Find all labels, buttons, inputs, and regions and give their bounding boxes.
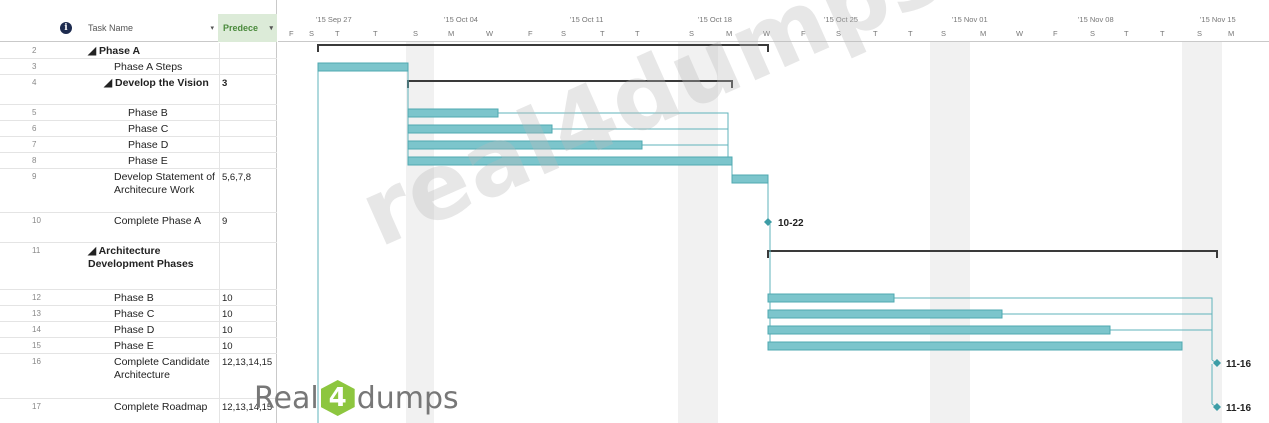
task-predecessors[interactable]: [219, 59, 275, 74]
table-row[interactable]: 4 ◢ Develop the Vision 3: [0, 75, 277, 105]
task-name[interactable]: Phase B: [114, 290, 218, 305]
task-predecessors[interactable]: [219, 121, 275, 136]
task-name[interactable]: Phase C: [128, 121, 216, 136]
table-row[interactable]: 16 Complete Candidate Architecture 12,13…: [0, 354, 277, 399]
watermark-logo-right: dumps: [356, 380, 459, 416]
task-name[interactable]: Phase D: [128, 137, 216, 152]
task-name-header-label: Task Name: [88, 23, 134, 33]
watermark-logo-left: Real: [254, 380, 319, 416]
task-name[interactable]: ◢ Develop the Vision: [104, 75, 216, 90]
watermark-logo-hex: 4: [320, 380, 355, 416]
table-row[interactable]: 14 Phase D 10: [0, 322, 277, 338]
watermark-logo: Real 4 dumps: [254, 380, 459, 416]
task-name[interactable]: Phase B: [128, 105, 216, 120]
row-number: 13: [32, 309, 41, 318]
row-number: 11: [32, 246, 41, 255]
task-predecessors[interactable]: 10: [219, 306, 275, 321]
task-predecessors[interactable]: [219, 243, 275, 289]
task-name-header[interactable]: Task Name ▾: [88, 14, 218, 42]
task-name[interactable]: ◢ Phase A: [88, 43, 216, 58]
task-predecessors[interactable]: [219, 137, 275, 152]
task-name[interactable]: Complete Roadmap: [114, 399, 218, 414]
task-name[interactable]: Complete Candidate Architecture: [114, 354, 218, 382]
dependency-link: [1211, 359, 1219, 409]
table-row[interactable]: 12 Phase B 10: [0, 290, 277, 306]
row-number: 6: [32, 124, 37, 133]
row-number: 4: [32, 78, 37, 87]
row-number-header: [0, 14, 50, 42]
task-predecessors[interactable]: 5,6,7,8: [219, 169, 275, 212]
task-name[interactable]: Develop Statement of Architecure Work: [114, 169, 218, 197]
chevron-down-icon[interactable]: ▾: [210, 24, 214, 32]
milestone-complete-phase-a[interactable]: [764, 218, 772, 226]
task-bar-arch-phase-d[interactable]: [767, 325, 1111, 335]
table-row[interactable]: 8 Phase E: [0, 153, 277, 169]
task-bar-phase-a-steps[interactable]: [317, 62, 409, 72]
row-number: 17: [32, 402, 41, 411]
table-row[interactable]: 17 Complete Roadmap 12,13,14,15: [0, 399, 277, 423]
table-row[interactable]: 2 ◢ Phase A: [0, 43, 277, 59]
milestone-complete-candidate-architecture[interactable]: [1213, 359, 1221, 367]
task-predecessors[interactable]: 10: [219, 290, 275, 305]
task-name[interactable]: Phase C: [114, 306, 218, 321]
task-bar-arch-phase-b[interactable]: [767, 293, 895, 303]
predecessors-header-label: Predece: [223, 23, 259, 33]
task-predecessors[interactable]: 9: [219, 213, 275, 242]
table-row[interactable]: 10 Complete Phase A 9: [0, 213, 277, 243]
task-predecessors[interactable]: [219, 43, 275, 58]
row-number: 2: [32, 46, 37, 55]
row-number: 16: [32, 357, 41, 366]
milestone-complete-roadmap[interactable]: [1213, 403, 1221, 411]
task-name[interactable]: Phase E: [128, 153, 216, 168]
task-predecessors[interactable]: [219, 105, 275, 120]
indicators-header[interactable]: i: [50, 14, 82, 42]
task-name[interactable]: ◢ Architecture Development Phases: [88, 243, 216, 271]
table-row[interactable]: 5 Phase B: [0, 105, 277, 121]
task-bar-statement-of-work[interactable]: [731, 174, 769, 184]
task-predecessors[interactable]: 10: [219, 322, 275, 337]
task-name[interactable]: Complete Phase A: [114, 213, 218, 228]
task-bar-arch-phase-e[interactable]: [767, 341, 1183, 351]
task-bar-arch-phase-c[interactable]: [767, 309, 1003, 319]
summary-bar-architecture-development[interactable]: [767, 250, 1218, 258]
task-grid: i Task Name ▾ Predece ▾ 2 ◢ Phase A 3 Ph…: [0, 0, 277, 423]
table-row[interactable]: 9 Develop Statement of Architecure Work …: [0, 169, 277, 213]
row-number: 7: [32, 140, 37, 149]
row-number: 3: [32, 62, 37, 71]
chevron-down-icon[interactable]: ▾: [269, 24, 273, 32]
task-name[interactable]: Phase A Steps: [114, 59, 218, 74]
row-number: 10: [32, 216, 41, 225]
row-number: 15: [32, 341, 41, 350]
task-predecessors[interactable]: 10: [219, 338, 275, 353]
grid-header: i Task Name ▾ Predece ▾: [0, 14, 277, 42]
row-number: 5: [32, 108, 37, 117]
row-number: 8: [32, 156, 37, 165]
task-predecessors[interactable]: [219, 153, 275, 168]
table-row[interactable]: 3 Phase A Steps: [0, 59, 277, 75]
row-number: 14: [32, 325, 41, 334]
task-name[interactable]: Phase D: [114, 322, 218, 337]
table-row[interactable]: 15 Phase E 10: [0, 338, 277, 354]
table-row[interactable]: 6 Phase C: [0, 121, 277, 137]
table-row[interactable]: 13 Phase C 10: [0, 306, 277, 322]
table-row[interactable]: 11 ◢ Architecture Development Phases: [0, 243, 277, 290]
task-predecessors[interactable]: 3: [219, 75, 275, 104]
predecessors-header[interactable]: Predece ▾: [218, 14, 277, 42]
milestone-label: 10-22: [778, 218, 804, 229]
milestone-label: 11-16: [1226, 359, 1251, 370]
row-number: 12: [32, 293, 41, 302]
info-icon: i: [60, 22, 72, 34]
task-name[interactable]: Phase E: [114, 338, 218, 353]
milestone-label: 11-16: [1226, 403, 1251, 414]
row-number: 9: [32, 172, 37, 181]
table-row[interactable]: 7 Phase D: [0, 137, 277, 153]
